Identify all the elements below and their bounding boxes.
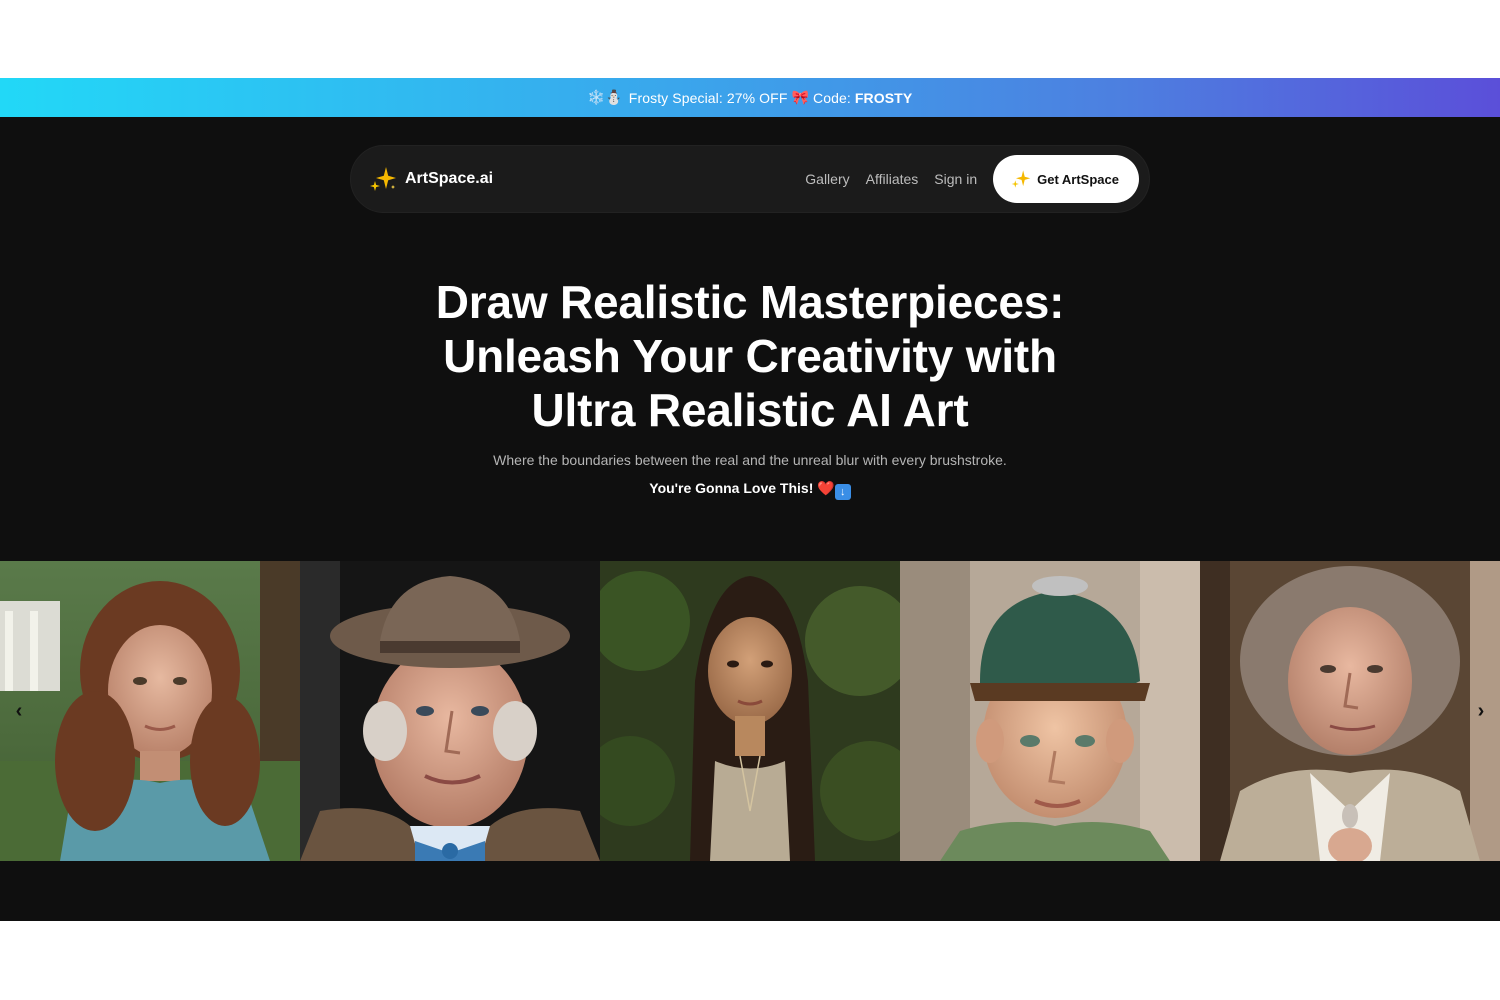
portrait-image <box>0 561 300 861</box>
promo-code: FROSTY <box>854 89 913 106</box>
carousel-prev-button[interactable]: ‹ <box>6 698 32 724</box>
brand-logo[interactable]: ArtSpace.ai <box>369 165 493 193</box>
portrait-elderly-woman[interactable] <box>1200 561 1500 861</box>
portrait-image <box>900 561 1200 861</box>
hero-title-line-1: Draw Realistic Masterpieces: <box>435 276 1065 328</box>
portrait-woman-curly-hair[interactable] <box>0 561 300 861</box>
nav-link-sign-in[interactable]: Sign in <box>934 171 977 187</box>
brand-name: ArtSpace.ai <box>405 170 494 187</box>
hero-title: Draw Realistic Masterpieces: Unleash You… <box>300 275 1200 437</box>
tagline-text: You're Gonna Love This! <box>649 480 814 496</box>
hero-title-line-3: Ultra Realistic AI Art <box>531 384 969 436</box>
navbar: ArtSpace.ai Gallery Affiliates Sign in G… <box>350 145 1150 213</box>
portrait-young-woman-long-hair[interactable] <box>600 561 900 861</box>
portrait-boy-green-cap[interactable] <box>900 561 1200 861</box>
promo-code-label: Code: <box>813 89 851 106</box>
nav-link-gallery[interactable]: Gallery <box>805 171 849 187</box>
down-arrow-icon: ↓ <box>834 484 851 500</box>
sparkles-icon <box>370 167 396 191</box>
cta-label: Get ArtSpace <box>1037 171 1119 187</box>
portrait-image <box>600 561 900 861</box>
hero-title-line-2: Unleash Your Creativity with <box>443 330 1057 382</box>
promo-banner[interactable]: ❄️⛄ Frosty Special: 27% OFF 🎀 Code: FROS… <box>0 78 1500 117</box>
heart-icon: ❤️ <box>817 480 835 496</box>
promo-text: Frosty Special: 27% OFF <box>628 89 788 106</box>
carousel-next-button[interactable]: › <box>1468 698 1494 724</box>
get-artspace-button[interactable]: Get ArtSpace <box>993 155 1139 203</box>
hero-tagline: You're Gonna Love This! ❤️ ↓ <box>300 480 1200 500</box>
portrait-carousel[interactable] <box>0 561 1500 861</box>
nav-links: Gallery Affiliates Sign in Get ArtSpace <box>805 155 1139 203</box>
sparkles-icon <box>1011 170 1031 188</box>
snowflake-snowman-icon: ❄️⛄ <box>587 89 623 105</box>
portrait-elderly-man-hat[interactable] <box>300 561 600 861</box>
nav-link-affiliates[interactable]: Affiliates <box>866 171 919 187</box>
portrait-image <box>300 561 600 861</box>
portrait-image <box>1200 561 1500 861</box>
hero-subtitle: Where the boundaries between the real an… <box>493 452 1007 468</box>
ribbon-icon: 🎀 <box>791 89 810 105</box>
